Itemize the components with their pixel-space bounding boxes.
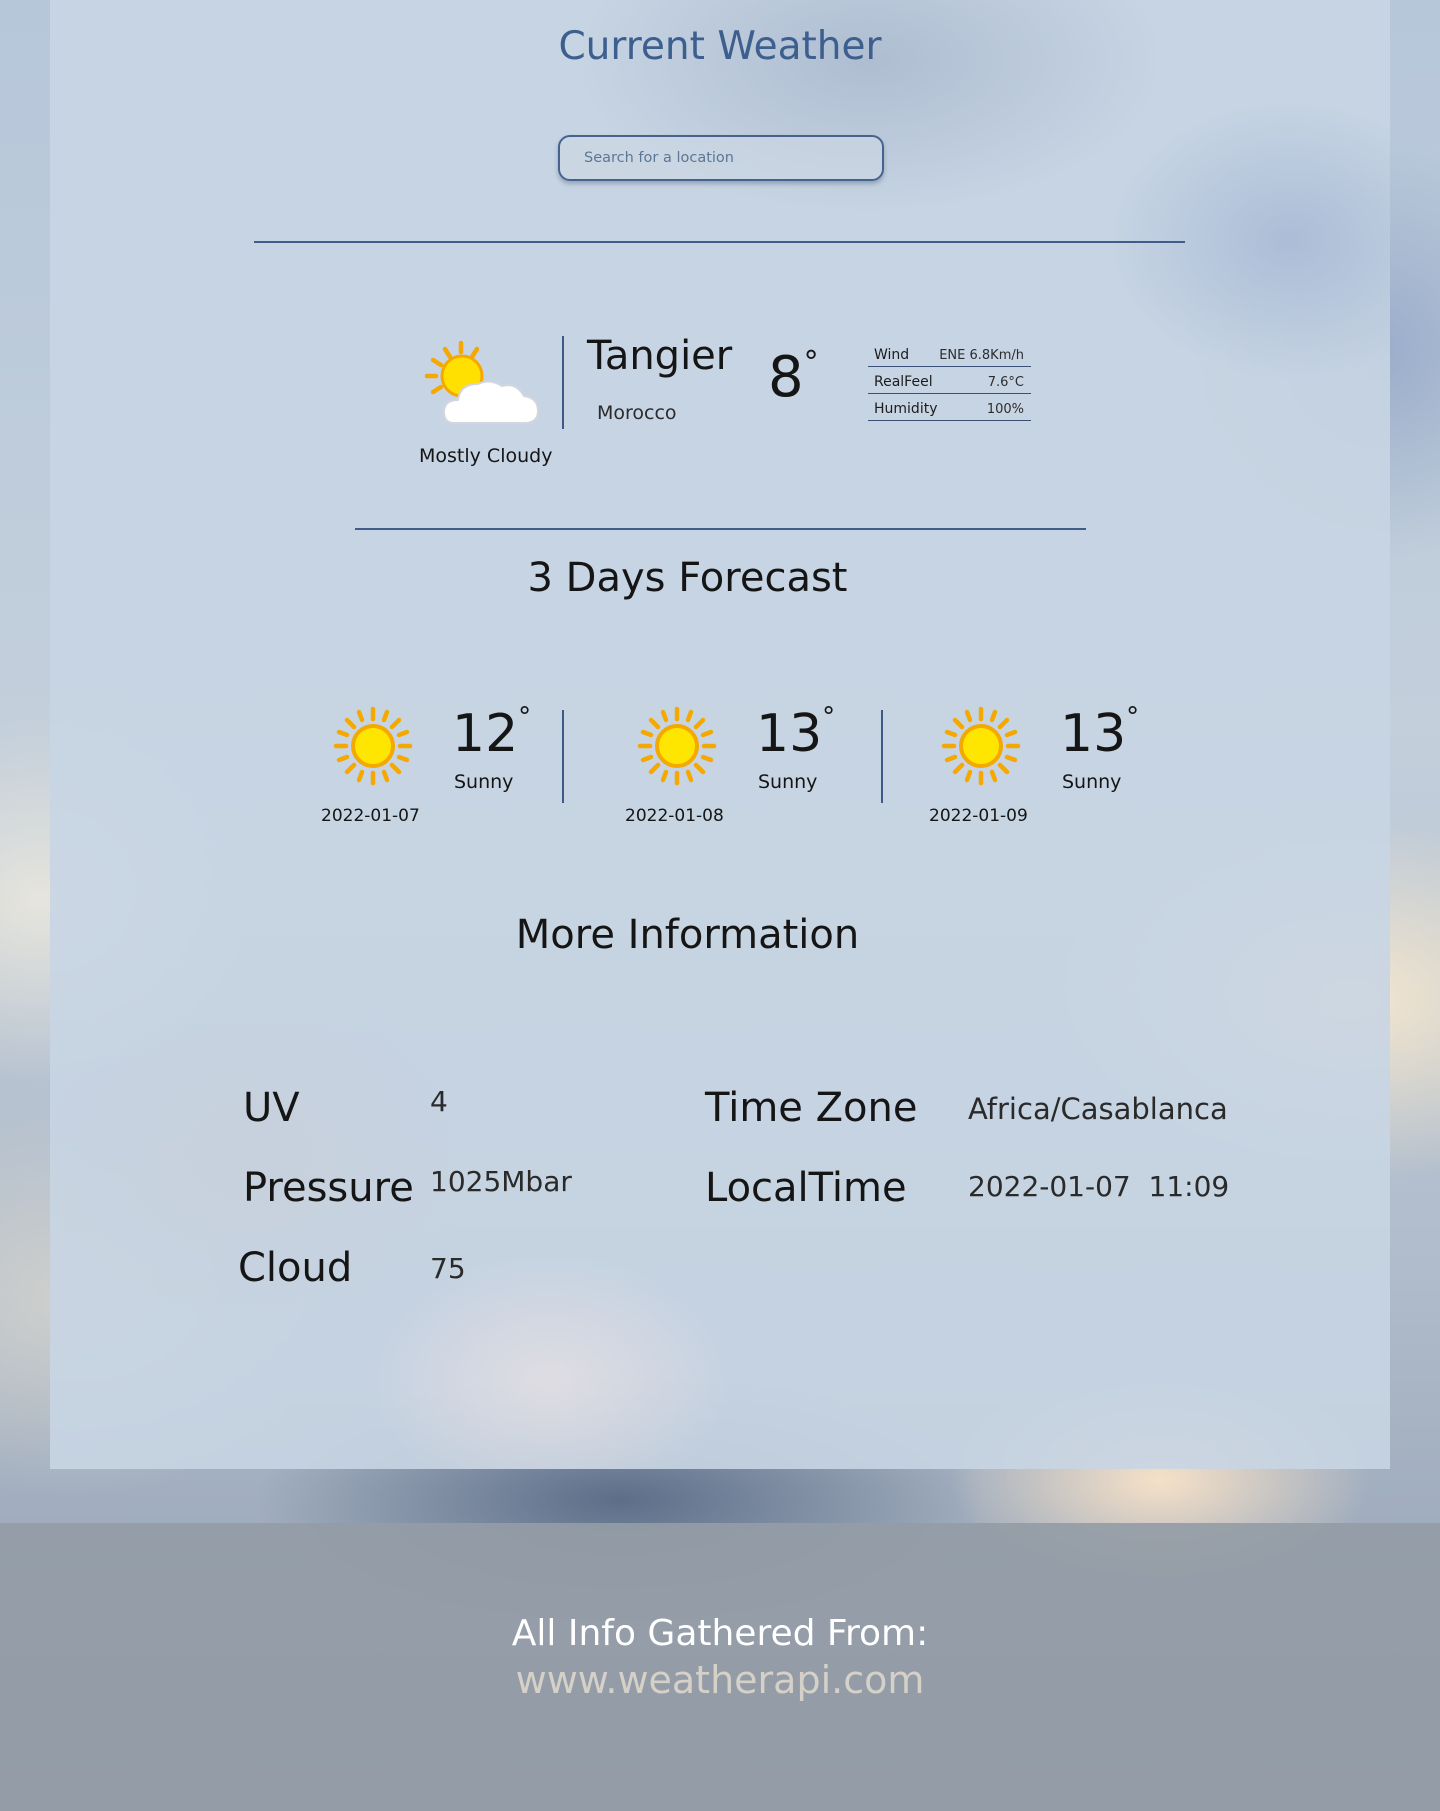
info-label-pressure: Pressure (243, 1165, 414, 1211)
forecast-divider (881, 710, 883, 803)
info-value-cloud: 75 (430, 1252, 466, 1285)
forecast-temp: 13° (1060, 704, 1139, 760)
forecast-condition: Sunny (758, 771, 818, 793)
footer: All Info Gathered From: www.weatherapi.c… (0, 1523, 1440, 1811)
info-value-timezone: Africa/Casablanca (968, 1092, 1228, 1126)
detail-row-humidity: Humidity 100% (868, 394, 1031, 421)
sun-icon (941, 706, 1021, 786)
detail-label: Humidity (874, 401, 938, 417)
info-label-timezone: Time Zone (705, 1085, 918, 1131)
info-value-uv: 4 (430, 1085, 448, 1118)
sun-icon (333, 706, 413, 786)
forecast-temp-value: 13 (1060, 704, 1127, 764)
forecast-temp-value: 12 (452, 704, 519, 764)
info-label-localtime: LocalTime (705, 1165, 907, 1211)
detail-row-wind: Wind ENE 6.8Km/h (868, 340, 1031, 367)
sun-icon (637, 706, 717, 786)
current-temperature: 8° (768, 348, 819, 406)
city-name: Tangier (587, 333, 733, 379)
country-name: Morocco (597, 402, 677, 424)
forecast-condition: Sunny (1062, 771, 1122, 793)
degree-symbol: ° (803, 345, 819, 380)
partly-cloudy-icon (420, 338, 540, 428)
detail-row-realfeel: RealFeel 7.6°C (868, 367, 1031, 394)
footer-source-link[interactable]: www.weatherapi.com (0, 1658, 1440, 1702)
current-temp-value: 8 (768, 345, 804, 410)
detail-value: 7.6°C (987, 375, 1024, 390)
info-label-uv: UV (243, 1085, 300, 1131)
detail-value: ENE 6.8Km/h (939, 348, 1024, 363)
forecast-temp: 12° (452, 704, 531, 760)
current-divider (562, 336, 564, 429)
info-value-localtime: 2022-01-07 11:09 (968, 1170, 1230, 1203)
detail-label: RealFeel (874, 374, 933, 390)
current-details-table: Wind ENE 6.8Km/h RealFeel 7.6°C Humidity… (868, 340, 1031, 421)
detail-label: Wind (874, 347, 910, 363)
forecast-date: 2022-01-07 (321, 806, 420, 826)
degree-symbol: ° (822, 702, 836, 732)
degree-symbol: ° (518, 702, 532, 732)
forecast-date: 2022-01-08 (625, 806, 724, 826)
current-condition: Mostly Cloudy (419, 445, 553, 467)
top-divider (254, 241, 1185, 243)
forecast-temp-value: 13 (756, 704, 823, 764)
detail-value: 100% (986, 402, 1024, 417)
more-info-heading: More Information (515, 912, 860, 958)
search-input[interactable] (558, 135, 884, 181)
forecast-heading: 3 Days Forecast (527, 555, 848, 601)
forecast-date: 2022-01-09 (929, 806, 1028, 826)
forecast-divider (562, 710, 564, 803)
degree-symbol: ° (1126, 702, 1140, 732)
info-label-cloud: Cloud (238, 1245, 353, 1291)
middle-divider (355, 528, 1086, 530)
page-title: Current Weather (558, 24, 882, 69)
footer-text: All Info Gathered From: (511, 1613, 929, 1654)
forecast-condition: Sunny (454, 771, 514, 793)
forecast-temp: 13° (756, 704, 835, 760)
info-value-pressure: 1025Mbar (430, 1165, 572, 1198)
